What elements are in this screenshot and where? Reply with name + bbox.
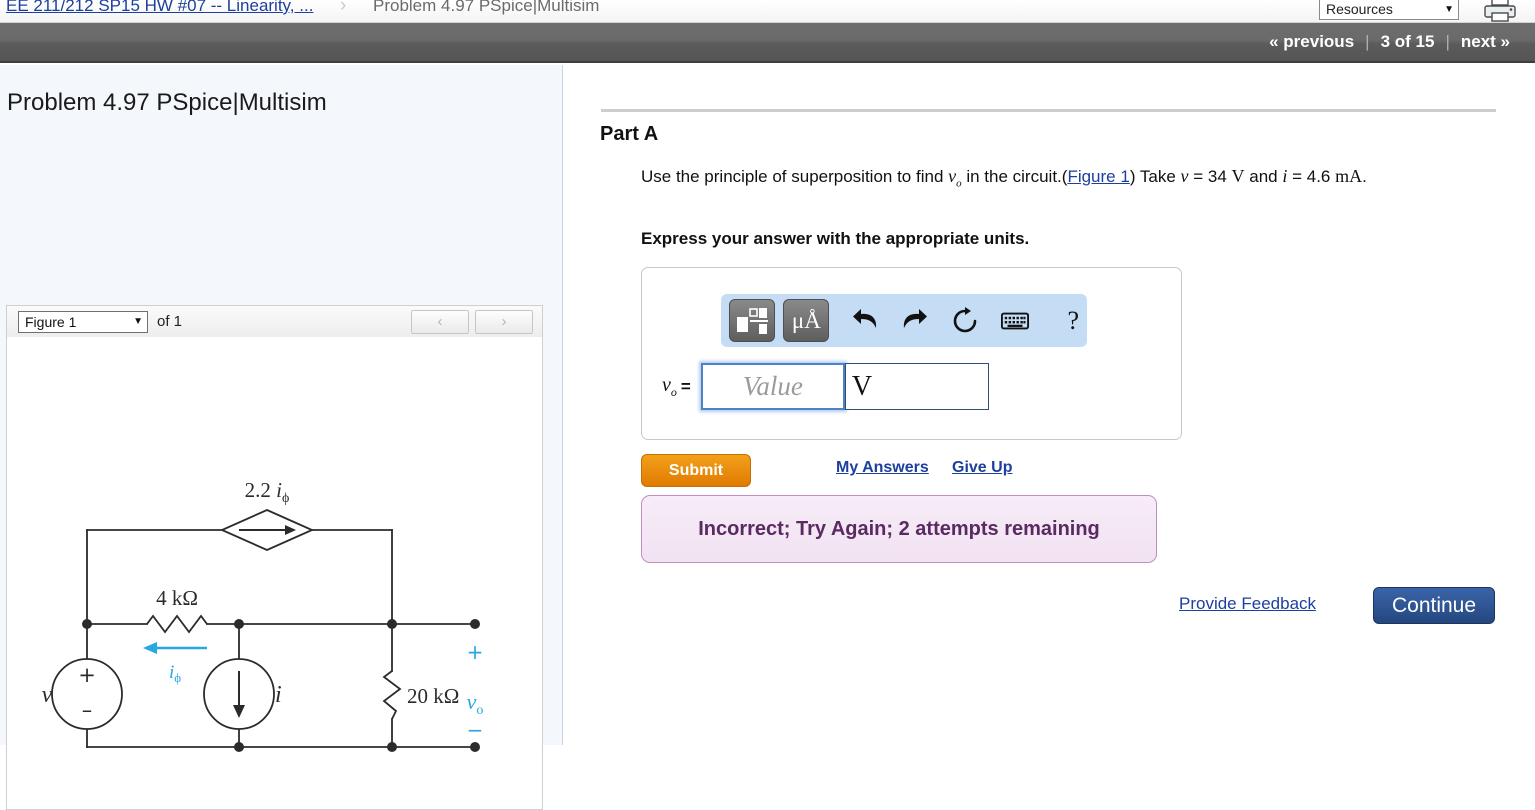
units-button-label: μÅ — [791, 308, 821, 333]
answer-units-input[interactable]: V — [844, 363, 989, 410]
question-period: . — [1362, 167, 1367, 186]
part-heading: Part A — [600, 123, 659, 145]
printer-icon[interactable] — [1483, 0, 1517, 22]
help-button[interactable]: ? — [1059, 305, 1087, 335]
previous-button[interactable]: « previous — [1258, 32, 1365, 52]
dependent-source-label: 2.2 iϕ — [245, 478, 290, 506]
question-text: Use the principle of superposition to fi… — [641, 163, 1469, 193]
top-breadcrumb-bar: EE 211/212 SP15 HW #07 -- Linearity, ...… — [0, 0, 1535, 23]
figure-image-container[interactable]: + – 2.2 iϕ 4 kΩ iϕ v i 20 kΩ + vo − — [6, 337, 543, 810]
resources-dropdown-label: Resources — [1326, 1, 1393, 17]
undo-icon — [853, 308, 877, 328]
help-label: ? — [1067, 305, 1079, 335]
question-and: and — [1244, 167, 1283, 186]
breadcrumb-parent-link[interactable]: EE 211/212 SP15 HW #07 -- Linearity, ... — [6, 0, 313, 16]
breadcrumb-current: Problem 4.97 PSpice|Multisim — [373, 0, 600, 15]
question-eq2: = 4.6 — [1287, 167, 1336, 186]
continue-button-label: Continue — [1391, 593, 1477, 617]
i-phi-arrow-icon — [143, 642, 207, 654]
provide-feedback-link[interactable]: Provide Feedback — [1179, 594, 1316, 614]
chevron-down-icon: ▼ — [1444, 3, 1454, 15]
math-template-icon — [737, 307, 769, 334]
breadcrumb-separator-icon: › — [340, 0, 347, 16]
circuit-diagram: + – 2.2 iϕ 4 kΩ iϕ v i 20 kΩ + vo − — [42, 478, 484, 752]
resistor-20k-label: 20 kΩ — [407, 684, 459, 708]
resources-dropdown[interactable]: Resources ▼ — [1319, 0, 1459, 20]
figure-toolbar: Figure 1 ▼ of 1 ‹ › — [6, 305, 543, 338]
question-text-mid: in the circuit.( — [961, 167, 1068, 186]
figure-next-button[interactable]: › — [475, 309, 533, 334]
page-indicator: 3 of 15 — [1380, 32, 1435, 51]
reset-icon — [954, 306, 977, 332]
feedback-message: Incorrect; Try Again; 2 attempts remaini… — [641, 495, 1157, 563]
math-toolbar: μÅ ? — [721, 294, 1087, 347]
question-eq1: = 34 — [1188, 167, 1232, 186]
chevron-right-icon: › — [501, 313, 507, 330]
answer-value-placeholder: Value — [742, 371, 803, 401]
question-content-panel: Part A Use the principle of superpositio… — [564, 65, 1535, 745]
continue-button[interactable]: Continue — [1373, 587, 1495, 624]
reset-button[interactable] — [951, 306, 979, 335]
voltage-source-label: v — [42, 682, 53, 708]
question-text-after-link: ) Take — [1129, 167, 1181, 186]
resistor-4k-label: 4 kΩ — [156, 586, 198, 610]
equals-sign: = — [680, 376, 691, 396]
redo-icon — [904, 308, 928, 328]
answer-units-value: V — [851, 370, 873, 402]
output-plus-sign: + — [467, 640, 484, 664]
chevron-down-icon: ▼ — [133, 316, 143, 327]
my-answers-link[interactable]: My Answers — [836, 459, 929, 477]
feedback-message-text: Incorrect; Try Again; 2 attempts remaini… — [698, 517, 1100, 540]
variable-v: v — [1180, 166, 1189, 186]
next-button[interactable]: next » — [1450, 32, 1521, 52]
unit-milliamp: mA — [1335, 166, 1363, 186]
submit-button[interactable]: Submit — [641, 454, 751, 487]
submit-button-label: Submit — [668, 461, 724, 479]
output-voltage-label: vo — [467, 689, 484, 718]
section-divider — [601, 109, 1496, 112]
keyboard-button[interactable] — [1001, 307, 1030, 335]
i-phi-label: iϕ — [169, 662, 181, 685]
svg-text:–: – — [82, 698, 93, 722]
answer-entry-box: μÅ ? vo = Value V — [641, 267, 1182, 440]
figure-count-label: of 1 — [157, 313, 183, 330]
answer-value-input[interactable]: Value — [700, 363, 845, 410]
answer-variable-label: vo — [662, 373, 677, 399]
give-up-link[interactable]: Give Up — [952, 459, 1012, 477]
answer-input-row: vo = Value V — [662, 363, 989, 410]
unit-volt: V — [1231, 166, 1245, 186]
redo-button[interactable] — [901, 307, 929, 335]
figure-prev-button[interactable]: ‹ — [411, 309, 469, 334]
keyboard-icon — [1001, 312, 1030, 329]
resistor-4k-symbol — [146, 614, 208, 634]
current-source-label: i — [275, 682, 282, 708]
output-minus-sign: − — [467, 718, 484, 742]
svg-text:+: + — [78, 663, 96, 687]
question-text-pre: Use the principle of superposition to fi… — [641, 167, 949, 186]
page-title: Problem 4.97 PSpice|Multisim — [7, 89, 327, 116]
undo-button[interactable] — [851, 307, 879, 335]
pagination-nav-bar: « previous | 3 of 15 | next » — [0, 23, 1535, 63]
figure-1-link[interactable]: Figure 1 — [1067, 167, 1129, 186]
units-button[interactable]: μÅ — [783, 299, 830, 342]
figure-select-dropdown[interactable]: Figure 1 ▼ — [18, 310, 148, 333]
math-template-button[interactable] — [729, 299, 776, 342]
pagination-controls: « previous | 3 of 15 | next » — [1258, 32, 1521, 52]
express-units-instruction: Express your answer with the appropriate… — [641, 229, 1030, 248]
question-vo-symbol: vo — [948, 166, 962, 190]
left-panel: Problem 4.97 PSpice|Multisim Figure 1 ▼ … — [0, 65, 563, 810]
figure-select-label: Figure 1 — [25, 313, 77, 330]
resistor-20k-symbol — [382, 670, 402, 720]
chevron-left-icon: ‹ — [437, 313, 443, 330]
